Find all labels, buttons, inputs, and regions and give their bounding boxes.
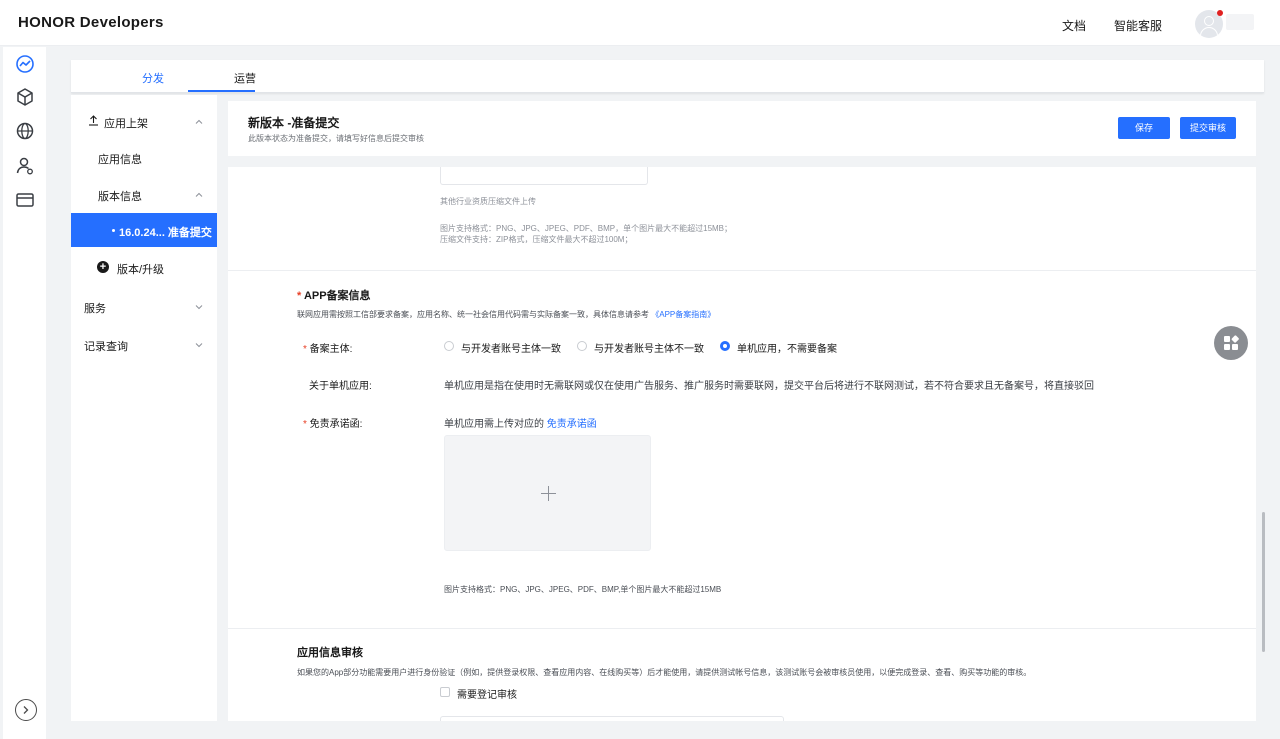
format-hint-1: 图片支持格式：PNG、JPG、JPEG、PDF、BMP，单个图片最大不能超过15… — [440, 224, 733, 233]
chevron-up-icon — [195, 192, 203, 197]
app-review-title: 应用信息审核 — [297, 647, 363, 659]
chevron-down-icon — [195, 305, 203, 310]
sidebar-item-current-version[interactable]: 16.0.24... 准备提交 — [71, 213, 217, 247]
app-filing-desc: 联网应用需按照工信部要求备案，应用名称、统一社会信用代码需与实际备案一致，具体信… — [297, 310, 716, 319]
filing-subject-radio-group: 与开发者账号主体一致 与开发者账号主体不一致 单机应用，不需要备案 — [444, 340, 864, 355]
format-hint-2: 压缩文件支持：ZIP格式，压缩文件最大不超过100M； — [440, 235, 633, 244]
save-button[interactable]: 保存 — [1118, 117, 1170, 139]
page-subtitle: 此版本状态为准备提交，请填写好信息后提交审核 — [248, 134, 424, 143]
sidebar-item-services[interactable]: 服务 — [71, 300, 217, 315]
package-icon[interactable] — [15, 87, 35, 107]
top-bar: HONOR Developers 文档 智能客服 — [0, 0, 1280, 46]
app-review-desc: 如果您的App部分功能需要用户进行身份验证（例如，提供登录权限、查看应用内容、在… — [297, 668, 1032, 677]
form-content: 其他行业资质压缩文件上传 图片支持格式：PNG、JPG、JPEG、PDF、BMP… — [228, 167, 1256, 721]
sidebar-item-app-info[interactable]: 应用信息 — [71, 151, 217, 166]
support-link[interactable]: 智能客服 — [1114, 17, 1162, 34]
tab-distribution[interactable]: 分发 — [142, 70, 164, 86]
tab-bar: 分发 运营 — [71, 60, 1264, 93]
side-menu: 应用上架 应用信息 版本信息 16.0.24... 准备提交 + 版本/升级 服… — [71, 95, 217, 721]
add-circle-icon: + — [97, 261, 109, 273]
sidebar-item-version-info[interactable]: 版本信息 — [71, 188, 217, 203]
disclaimer-label: * 免责承诺函: — [303, 419, 363, 430]
user-settings-icon[interactable] — [15, 156, 35, 176]
icon-rail — [3, 47, 46, 739]
grid-icon — [1224, 335, 1239, 350]
page-title: 新版本 -准备提交 — [248, 116, 340, 130]
disclaimer-format-hint: 图片支持格式：PNG、JPG、JPEG、PDF、BMP,单个图片最大不能超过15… — [444, 585, 722, 594]
tab-operations[interactable]: 运营 — [234, 70, 256, 86]
analytics-icon[interactable] — [15, 54, 35, 74]
username-placeholder[interactable] — [1226, 14, 1254, 30]
submit-review-button[interactable]: 提交审核 — [1180, 117, 1236, 139]
active-tab-indicator — [188, 90, 255, 92]
user-icon — [1204, 16, 1214, 26]
notification-dot — [1217, 10, 1223, 16]
card-icon[interactable] — [15, 190, 35, 210]
sidebar-item-new-version[interactable]: + 版本/升级 — [71, 261, 217, 276]
scrollbar[interactable] — [1262, 512, 1265, 652]
about-standalone-label: 关于单机应用: — [309, 381, 372, 392]
sidebar-item-app-listing[interactable]: 应用上架 — [71, 115, 217, 130]
industry-file-upload[interactable] — [440, 167, 648, 185]
need-review-checkbox[interactable] — [440, 687, 450, 697]
test-account-input[interactable] — [440, 716, 784, 721]
page-header: 新版本 -准备提交 此版本状态为准备提交，请填写好信息后提交审核 保存 提交审核 — [228, 101, 1256, 156]
expand-rail-button[interactable] — [15, 699, 37, 721]
upload-icon — [89, 115, 98, 126]
globe-icon[interactable] — [15, 121, 35, 141]
chevron-up-icon — [195, 119, 203, 124]
upload-hint: 其他行业资质压缩文件上传 — [440, 197, 536, 206]
need-review-label: 需要登记审核 — [457, 690, 517, 701]
floating-menu-button[interactable] — [1214, 326, 1248, 360]
app-filing-title: * APP备案信息 — [297, 290, 371, 302]
about-standalone-text: 单机应用是指在使用时无需联网或仅在使用广告服务、推广服务时需要联网，提交平台后将… — [444, 381, 1094, 392]
disclaimer-link[interactable]: 免责承诺函 — [547, 419, 597, 430]
disclaimer-text: 单机应用需上传对应的 免责承诺函 — [444, 419, 597, 430]
disclaimer-upload-box[interactable] — [444, 435, 651, 551]
brand-logo[interactable]: HONOR Developers — [18, 14, 164, 31]
filing-guide-link[interactable]: 《APP备案指南》 — [651, 310, 715, 319]
docs-link[interactable]: 文档 — [1062, 17, 1086, 34]
filing-subject-label: * 备案主体: — [303, 344, 353, 355]
chevron-down-icon — [195, 343, 203, 348]
sidebar-item-records[interactable]: 记录查询 — [71, 338, 217, 353]
